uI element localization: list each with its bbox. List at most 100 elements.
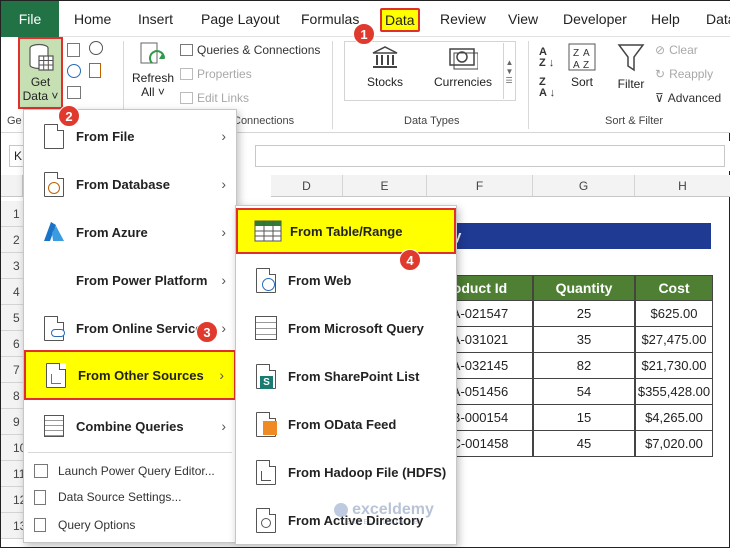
currencies-button[interactable]: Currencies xyxy=(431,45,495,97)
data-types-scroll[interactable]: ▲ ▼ ☰ xyxy=(503,43,515,99)
row-header[interactable]: 2 xyxy=(1,227,23,253)
ribbon-separator xyxy=(332,41,333,129)
reapply-button[interactable]: ↻ Reapply xyxy=(655,67,713,81)
advanced-filter-icon: ⊽ xyxy=(655,91,664,105)
combine-icon xyxy=(36,415,72,437)
refresh-all-button[interactable]: Refresh All ˅ xyxy=(131,41,175,107)
tab-formulas[interactable]: Formulas xyxy=(301,1,359,37)
sharepoint-icon: S xyxy=(248,363,284,389)
filter-icon xyxy=(617,44,645,72)
properties-button[interactable]: Properties xyxy=(180,67,252,81)
tab-view[interactable]: View xyxy=(508,1,538,37)
from-web-small-icon[interactable] xyxy=(67,64,83,78)
menu-item-from-hadoop-file[interactable]: From Hadoop File (HDFS) xyxy=(236,448,456,496)
column-header-g[interactable]: G xyxy=(533,175,635,197)
row-header[interactable]: 7 xyxy=(1,357,23,383)
table-cell[interactable]: $625.00 xyxy=(635,301,713,327)
menu-item-from-database[interactable]: From Database › xyxy=(24,160,236,208)
table-cell[interactable]: $355,428.00 xyxy=(635,379,713,405)
row-header[interactable]: 11 xyxy=(1,461,25,487)
tab-review[interactable]: Review xyxy=(440,1,486,37)
stocks-label: Stocks xyxy=(366,75,403,89)
menu-item-from-azure[interactable]: From Azure › xyxy=(24,208,236,256)
recent-sources-icon[interactable] xyxy=(89,41,105,57)
table-cell[interactable]: 35 xyxy=(533,327,635,353)
stocks-button[interactable]: Stocks xyxy=(359,45,411,97)
azure-icon xyxy=(36,221,72,243)
table-cell[interactable]: 82 xyxy=(533,353,635,379)
table-cell[interactable]: $7,020.00 xyxy=(635,431,713,457)
clear-button[interactable]: ⊘ Clear xyxy=(655,43,698,57)
from-text-icon[interactable] xyxy=(67,43,83,57)
chevron-right-icon: › xyxy=(221,128,226,144)
menu-item-launch-power-query-editor[interactable]: Launch Power Query Editor... xyxy=(34,458,234,484)
table-cell[interactable]: 15 xyxy=(533,405,635,431)
table-cell[interactable]: 25 xyxy=(533,301,635,327)
menu-item-data-source-settings[interactable]: Data Source Settings... xyxy=(34,484,234,510)
chevron-right-icon: › xyxy=(221,224,226,240)
table-cell[interactable]: $27,475.00 xyxy=(635,327,713,353)
get-data-label-2: Data ˅ xyxy=(22,89,59,103)
tab-file[interactable]: File xyxy=(1,1,59,37)
menu-item-from-table-range[interactable]: From Table/Range xyxy=(236,208,456,254)
menu-item-from-file[interactable]: From File › xyxy=(24,112,236,160)
menu-item-from-web[interactable]: From Web xyxy=(236,256,456,304)
column-header-d[interactable]: D xyxy=(271,175,343,197)
filter-button[interactable]: Filter xyxy=(611,43,651,99)
step-badge-4: 4 xyxy=(399,249,421,271)
tab-home[interactable]: Home xyxy=(74,1,111,37)
menu-item-from-microsoft-query[interactable]: From Microsoft Query xyxy=(236,304,456,352)
row-header[interactable]: 1 xyxy=(1,201,23,227)
row-header[interactable]: 10 xyxy=(1,435,26,461)
row-header[interactable]: 3 xyxy=(1,253,23,279)
advanced-button[interactable]: ⊽ Advanced xyxy=(655,91,721,105)
from-table-small-icon[interactable] xyxy=(67,86,83,100)
stocks-icon xyxy=(372,46,398,68)
tab-help[interactable]: Help xyxy=(651,1,680,37)
menu-item-from-power-platform[interactable]: From Power Platform › xyxy=(24,256,236,304)
sort-icon: Z AA Z xyxy=(568,43,596,71)
menu-item-from-sharepoint-list[interactable]: S From SharePoint List xyxy=(236,352,456,400)
svg-text:A: A xyxy=(573,60,580,71)
query-icon xyxy=(248,316,284,340)
edit-links-button[interactable]: Edit Links xyxy=(180,91,249,105)
column-header-e[interactable]: E xyxy=(343,175,427,197)
tab-page-layout[interactable]: Page Layout xyxy=(201,1,280,37)
formula-input[interactable] xyxy=(255,145,725,167)
directory-icon xyxy=(248,507,284,533)
get-data-label-1: Get xyxy=(30,75,51,89)
sort-button[interactable]: ZAAZ Sort xyxy=(565,43,599,99)
menu-item-from-other-sources[interactable]: From Other Sources › xyxy=(24,350,236,400)
table-cell[interactable]: $21,730.00 xyxy=(635,353,713,379)
row-header[interactable]: 6 xyxy=(1,331,23,357)
row-header[interactable]: 5 xyxy=(1,305,23,331)
tab-developer[interactable]: Developer xyxy=(563,1,627,37)
sort-az-button[interactable]: AZ ↓ xyxy=(539,47,554,69)
chevron-right-icon: › xyxy=(221,320,226,336)
menu-item-from-odata-feed[interactable]: From OData Feed xyxy=(236,400,456,448)
row-header[interactable]: 4 xyxy=(1,279,23,305)
menu-item-query-options[interactable]: Query Options xyxy=(34,512,234,538)
editor-icon xyxy=(34,464,48,478)
tab-insert[interactable]: Insert xyxy=(138,1,173,37)
row-header[interactable]: 8 xyxy=(1,383,23,409)
database-icon xyxy=(36,171,72,197)
get-data-button[interactable]: Get Data ˅ xyxy=(18,37,63,109)
sort-label: Sort xyxy=(570,75,593,89)
row-header[interactable]: 12 xyxy=(1,487,26,513)
tab-data-partial[interactable]: Data xyxy=(706,1,730,37)
sort-za-button[interactable]: ZA ↓ xyxy=(539,77,555,99)
table-cell[interactable]: 54 xyxy=(533,379,635,405)
refresh-label-2: All ˅ xyxy=(141,85,165,99)
column-header-h[interactable]: H xyxy=(635,175,730,197)
tab-data[interactable]: Data xyxy=(380,8,420,32)
exceldemy-watermark: exceldemy EXCEL · DATA · BI xyxy=(319,501,449,535)
existing-connections-icon[interactable] xyxy=(89,63,105,79)
column-header-f[interactable]: F xyxy=(427,175,533,197)
table-cell[interactable]: $4,265.00 xyxy=(635,405,713,431)
table-cell[interactable]: 45 xyxy=(533,431,635,457)
menu-item-combine-queries[interactable]: Combine Queries › xyxy=(24,402,236,450)
queries-connections-button[interactable]: Queries & Connections xyxy=(180,43,320,57)
row-header[interactable]: 9 xyxy=(1,409,23,435)
row-header[interactable]: 13 xyxy=(1,513,26,539)
